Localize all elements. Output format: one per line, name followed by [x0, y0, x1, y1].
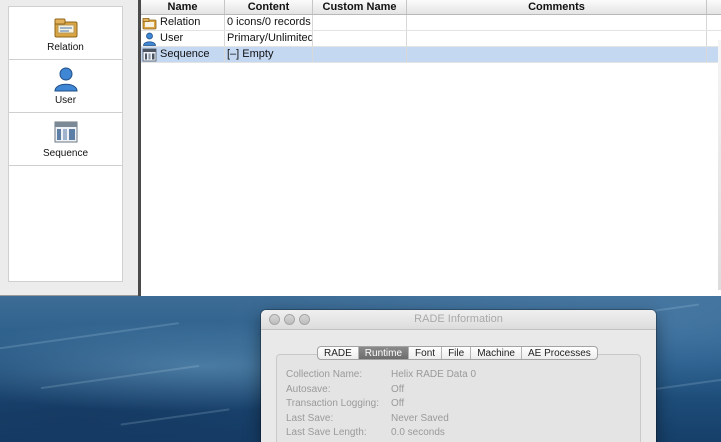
sequence-icon	[54, 121, 77, 143]
cell-content: [–] Empty	[225, 47, 313, 62]
tab-bar: RADE Runtime Font File Machine AE Proces…	[317, 346, 598, 360]
column-header-custom-name[interactable]: Custom Name	[313, 0, 407, 14]
collection-window: Relation User Sequence Name Content Cust…	[0, 0, 721, 296]
cell-custom-name[interactable]	[313, 47, 407, 62]
cell-name: Sequence	[160, 48, 210, 60]
cell-name: Relation	[160, 16, 201, 28]
table-row[interactable]: Relation 0 icons/0 records	[141, 15, 721, 31]
info-value: Never Saved	[391, 412, 449, 424]
tab-machine[interactable]: Machine	[471, 347, 522, 359]
relation-icon	[142, 17, 157, 29]
info-row: Collection Name: Helix RADE Data 0	[286, 369, 476, 384]
title-bar[interactable]: RADE Information	[261, 310, 656, 330]
wallpaper-wave	[120, 408, 230, 426]
sidebar-item-relation[interactable]: Relation	[9, 7, 122, 60]
table-header: Name Content Custom Name Comments	[141, 0, 721, 15]
relation-icon	[54, 18, 77, 38]
info-row: Autosave: Off	[286, 384, 476, 399]
column-header-comments[interactable]: Comments	[407, 0, 707, 14]
cell-comments[interactable]	[407, 47, 707, 62]
column-header-name[interactable]: Name	[141, 0, 225, 14]
tab-font[interactable]: Font	[409, 347, 443, 359]
cell-comments[interactable]	[407, 31, 707, 46]
info-label: Collection Name:	[286, 369, 363, 380]
cell-content: 0 icons/0 records	[225, 15, 313, 30]
sidebar-item-label: Sequence	[42, 148, 89, 159]
runtime-info-list: Collection Name: Helix RADE Data 0 Autos…	[286, 369, 476, 442]
info-label: Last Save Length:	[286, 427, 367, 438]
sidebar-item-label: Relation	[47, 42, 84, 53]
info-label: Autosave:	[286, 383, 331, 395]
info-value: Helix RADE Data 0	[391, 369, 477, 380]
sidebar-item-label: User	[54, 95, 77, 106]
sidebar-item-user[interactable]: User	[9, 60, 122, 113]
table-row[interactable]: Sequence [–] Empty	[141, 47, 721, 63]
info-row: Transaction Logging: Off	[286, 398, 476, 413]
cell-name: User	[160, 32, 184, 44]
cell-content: Primary/Unlimited	[227, 31, 313, 46]
tab-ae-processes[interactable]: AE Processes	[522, 347, 597, 359]
info-value: Off	[391, 383, 405, 395]
cell-custom-name[interactable]	[313, 15, 407, 30]
sequence-icon	[142, 48, 157, 61]
window-title: RADE Information	[414, 313, 503, 325]
wallpaper-wave	[40, 364, 200, 390]
icon-type-list: Relation User Sequence	[8, 6, 123, 282]
sidebar-item-sequence[interactable]: Sequence	[9, 113, 122, 166]
cell-comments[interactable]	[407, 15, 707, 30]
info-value: 0.0 seconds	[391, 427, 445, 438]
icon-table: Name Content Custom Name Comments Relati…	[141, 0, 721, 296]
info-label: Last Save:	[286, 412, 334, 424]
rade-information-window: RADE Information RADE Runtime Font File …	[261, 310, 656, 442]
info-row: Last Save Length: 0.0 seconds	[286, 427, 476, 442]
column-header-content[interactable]: Content	[225, 0, 313, 14]
info-value: Off	[391, 398, 405, 409]
table-row[interactable]: User Primary/Unlimited	[141, 31, 721, 47]
tab-runtime[interactable]: Runtime	[358, 347, 410, 359]
user-icon	[53, 67, 78, 92]
cell-custom-name[interactable]	[313, 31, 407, 46]
info-label: Transaction Logging:	[286, 398, 380, 409]
tab-rade[interactable]: RADE	[318, 347, 359, 359]
tab-file[interactable]: File	[442, 347, 472, 359]
user-icon	[143, 32, 156, 46]
info-row: Last Save: Never Saved	[286, 413, 476, 428]
wallpaper-wave	[0, 322, 180, 352]
